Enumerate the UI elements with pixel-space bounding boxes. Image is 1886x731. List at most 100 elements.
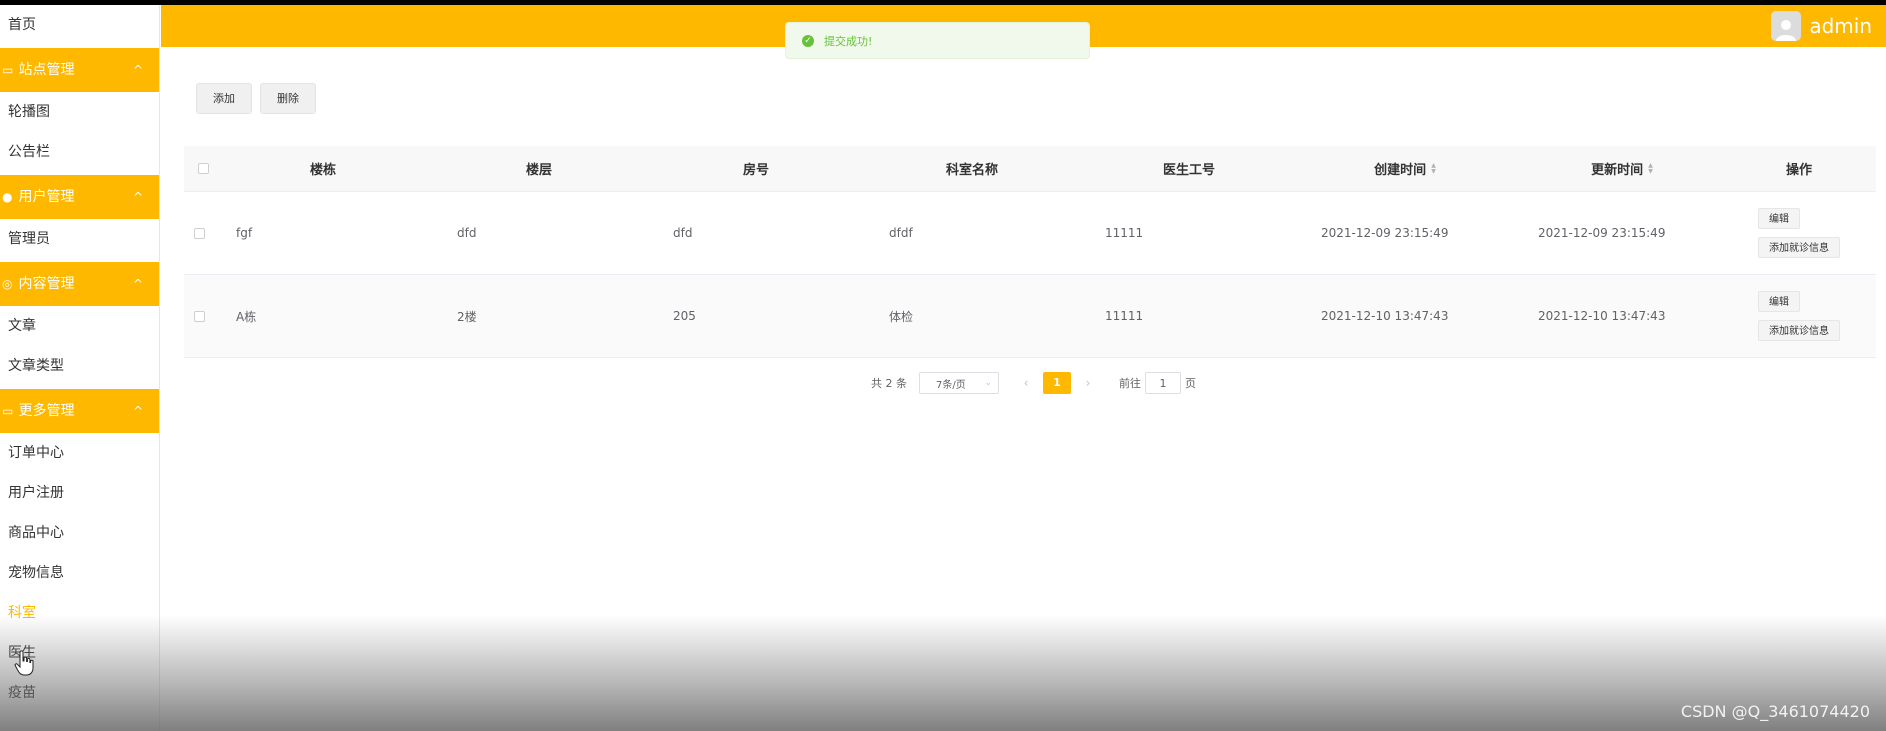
row-checkbox[interactable]	[194, 227, 205, 239]
chevron-down-icon: ⌄	[984, 378, 992, 388]
column-header-label: 创建时间	[1374, 163, 1427, 178]
table-row: fgf dfd dfd dfdf 11111 2021-12-09 23:15:…	[184, 192, 1876, 275]
row-select-cell	[194, 192, 205, 274]
monitor-icon: ▭	[2, 63, 14, 77]
cell-department: dfdf	[889, 226, 913, 240]
sidebar-item-label: 文章	[8, 318, 36, 334]
sidebar-item-products[interactable]: 商品中心	[0, 513, 159, 553]
sidebar-group-more[interactable]: ▭ 更多管理 ^	[0, 389, 159, 433]
watermark-text: CSDN @Q_3461074420	[1680, 702, 1870, 721]
cell-created: 2021-12-09 23:15:49	[1321, 226, 1449, 240]
cell-room: dfd	[673, 226, 693, 240]
select-all-cell	[198, 146, 209, 191]
chevron-up-icon: ^	[132, 63, 143, 77]
add-visit-button[interactable]: 添加就诊信息	[1758, 320, 1840, 341]
data-table: 楼栋 楼层 房号 科室名称 医生工号 创建时间 ▲ ▼ 更新时间 ▲ ▼ 操作 fg…	[184, 146, 1876, 358]
sidebar-group-label: 更多管理	[18, 403, 75, 419]
sidebar-item-label: 公告栏	[8, 144, 50, 160]
sidebar-item-label: 文章类型	[8, 358, 64, 374]
sidebar-item-carousel[interactable]: 轮播图	[0, 92, 159, 132]
sidebar-item-label: 首页	[8, 17, 36, 33]
check-circle-icon: ✓	[802, 34, 814, 47]
sidebar-item-article-type[interactable]: 文章类型	[0, 346, 159, 386]
sidebar-group-user[interactable]: ● 用户管理 ^	[0, 175, 159, 219]
table-row: A栋 2楼 205 体检 11111 2021-12-10 13:47:43 2…	[184, 275, 1876, 358]
column-header-updated[interactable]: 更新时间 ▲ ▼	[1527, 146, 1717, 191]
column-header-room: 房号	[742, 163, 769, 178]
row-checkbox[interactable]	[194, 310, 205, 322]
sidebar-group-label: 用户管理	[18, 189, 75, 205]
page-size-value: 7条/页	[936, 379, 966, 391]
chevron-up-icon: ^	[132, 277, 143, 291]
cell-building: A栋	[236, 309, 257, 324]
sidebar-item-department[interactable]: 科室	[0, 593, 159, 633]
sidebar-group-content[interactable]: ◎ 内容管理 ^	[0, 262, 159, 306]
goto-suffix: 页	[1185, 377, 1196, 390]
sidebar-item-admin[interactable]: 管理员	[0, 219, 159, 259]
cell-updated: 2021-12-09 23:15:49	[1538, 226, 1666, 240]
cell-actions: 编辑 添加就诊信息	[1758, 275, 1840, 357]
success-toast: ✓ 提交成功!	[785, 22, 1090, 59]
toast-message: 提交成功!	[824, 34, 873, 48]
sidebar-item-article[interactable]: 文章	[0, 306, 159, 346]
sidebar: 首页 ▭ 站点管理 ^ 轮播图 公告栏 ● 用户管理 ^ 管理员 ◎ 内容管理 …	[0, 5, 160, 731]
column-header-floor: 楼层	[525, 163, 552, 178]
cell-department: 体检	[889, 309, 914, 324]
edit-button[interactable]: 编辑	[1758, 291, 1800, 312]
sidebar-item-home[interactable]: 首页	[0, 5, 159, 45]
user-name: admin	[1809, 14, 1872, 38]
add-visit-button[interactable]: 添加就诊信息	[1758, 237, 1840, 258]
select-all-checkbox[interactable]	[198, 163, 209, 174]
sidebar-item-label: 疫苗	[8, 685, 36, 701]
cell-created: 2021-12-10 13:47:43	[1321, 309, 1449, 323]
cell-actions: 编辑 添加就诊信息	[1758, 192, 1840, 274]
edit-button[interactable]: 编辑	[1758, 208, 1800, 229]
add-button[interactable]: 添加	[196, 83, 252, 114]
goto-prefix: 前往	[1119, 377, 1141, 390]
column-header-label: 更新时间	[1591, 163, 1644, 178]
prev-page-icon[interactable]: ‹	[1017, 376, 1035, 390]
table-header: 楼栋 楼层 房号 科室名称 医生工号 创建时间 ▲ ▼ 更新时间 ▲ ▼ 操作	[184, 146, 1876, 192]
delete-button[interactable]: 删除	[260, 83, 316, 114]
goto-page-input[interactable]	[1145, 372, 1181, 394]
column-header-actions: 操作	[1785, 163, 1812, 178]
page-number-current[interactable]: 1	[1043, 372, 1071, 394]
sidebar-item-pets[interactable]: 宠物信息	[0, 553, 159, 593]
next-page-icon[interactable]: ›	[1079, 376, 1097, 390]
sidebar-item-label: 订单中心	[8, 445, 64, 461]
cell-building: fgf	[236, 226, 253, 240]
sidebar-item-notice[interactable]: 公告栏	[0, 132, 159, 172]
avatar	[1771, 11, 1802, 41]
target-icon: ◎	[2, 277, 13, 291]
cell-floor: dfd	[457, 226, 477, 240]
sidebar-item-label: 科室	[8, 605, 36, 621]
column-header-department: 科室名称	[945, 163, 998, 178]
pagination-total: 共 2 条	[871, 377, 907, 390]
monitor-icon: ▭	[2, 404, 14, 418]
sort-icon[interactable]: ▲ ▼	[1648, 162, 1653, 175]
column-header-doctor-id: 医生工号	[1162, 163, 1215, 178]
sidebar-item-label: 宠物信息	[8, 565, 64, 581]
cell-floor: 2楼	[457, 309, 477, 324]
sidebar-group-site[interactable]: ▭ 站点管理 ^	[0, 48, 159, 92]
sidebar-item-label: 管理员	[8, 231, 50, 247]
cell-room: 205	[673, 309, 696, 323]
column-header-building: 楼栋	[309, 163, 336, 178]
page-size-select[interactable]: 7条/页 ⌄	[919, 372, 999, 394]
cell-doctor-id: 11111	[1105, 226, 1144, 240]
pagination: 共 2 条 7条/页 ⌄ ‹ 1 › 前往 页	[871, 372, 1196, 394]
sort-icon[interactable]: ▲ ▼	[1431, 162, 1436, 175]
column-header-created[interactable]: 创建时间 ▲ ▼	[1310, 146, 1500, 191]
sidebar-item-orders[interactable]: 订单中心	[0, 433, 159, 473]
chevron-up-icon: ^	[132, 190, 143, 204]
sidebar-item-register[interactable]: 用户注册	[0, 473, 159, 513]
chevron-up-icon: ^	[132, 404, 143, 418]
sidebar-item-label: 商品中心	[8, 525, 64, 541]
user-menu[interactable]: admin	[1771, 10, 1872, 42]
user-avatar-icon	[1776, 20, 1797, 41]
sidebar-item-label: 用户注册	[8, 485, 64, 501]
sidebar-group-label: 内容管理	[18, 276, 75, 292]
sidebar-group-label: 站点管理	[18, 62, 75, 78]
sidebar-item-label: 轮播图	[8, 104, 50, 120]
sidebar-item-vaccine[interactable]: 疫苗	[0, 673, 159, 713]
